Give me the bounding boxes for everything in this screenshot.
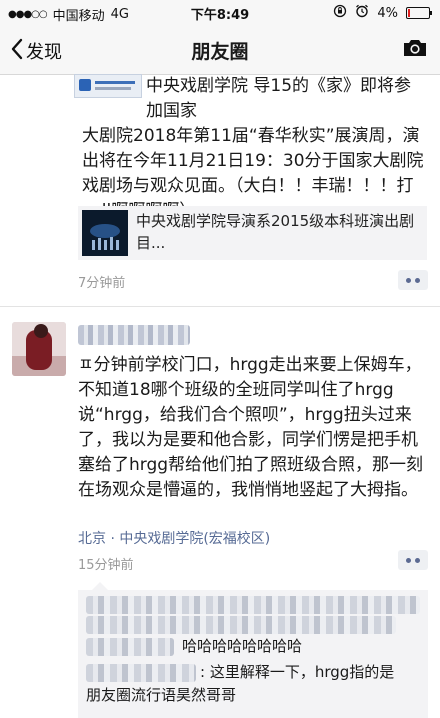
- post-location-link[interactable]: 北京 · 中央戏剧学院(宏福校区): [78, 528, 270, 548]
- post-text: ㅍ分钟前学校门口，hrgg走出来要上保姆车，不知道18哪个班级的全班同学叫住了h…: [78, 355, 424, 500]
- blurred-commenter-name[interactable]: [86, 664, 196, 682]
- blurred-comment: [86, 616, 396, 634]
- comments-panel: 哈哈哈哈哈哈哈哈 : 这里解释一下，hrgg指的是 朋友圈流行语昊然哥哥: [78, 582, 428, 718]
- page-title: 朋友圈: [191, 41, 249, 63]
- avatar[interactable]: [12, 322, 66, 376]
- post-timestamp: 7分钟前: [78, 276, 126, 291]
- lock-rotation-icon: [333, 4, 347, 22]
- post-text: 中央戏剧学院 导15的《家》即将参加国家 大剧院2018年第11届“春华秋实”展…: [82, 74, 427, 224]
- comment-text: 朋友圈流行语昊然哥哥: [86, 686, 237, 704]
- more-dots-icon[interactable]: [398, 270, 428, 290]
- alarm-icon: [355, 4, 369, 22]
- more-dots-icon[interactable]: [398, 550, 428, 570]
- camera-icon[interactable]: [402, 38, 428, 58]
- nav-bar: 发现 朋友圈: [0, 26, 440, 75]
- status-bar: ●●●○○ 中国移动 4G 下午8:49 4%: [0, 0, 440, 26]
- blurred-commenter-name[interactable]: [86, 638, 174, 656]
- comment-text: : 这里解释一下，hrgg指的是: [200, 663, 395, 681]
- post-timestamp: 15分钟前: [78, 558, 134, 573]
- blurred-username[interactable]: [78, 325, 190, 345]
- shared-link-title: 中央戏剧学院导演系2015级本科班演出剧目...: [136, 212, 415, 252]
- battery-icon: [406, 7, 432, 19]
- shared-link-card[interactable]: 中央戏剧学院导演系2015级本科班演出剧目...: [78, 206, 427, 260]
- battery-percent: 4%: [377, 5, 398, 21]
- post-text-line1: 中央戏剧学院 导15的《家》即将参加国家: [146, 76, 412, 121]
- shared-link-thumbnail: [82, 210, 128, 256]
- blurred-comment: [86, 596, 420, 614]
- post-divider: [0, 306, 440, 307]
- comment-text: 哈哈哈哈哈哈哈哈: [182, 637, 303, 655]
